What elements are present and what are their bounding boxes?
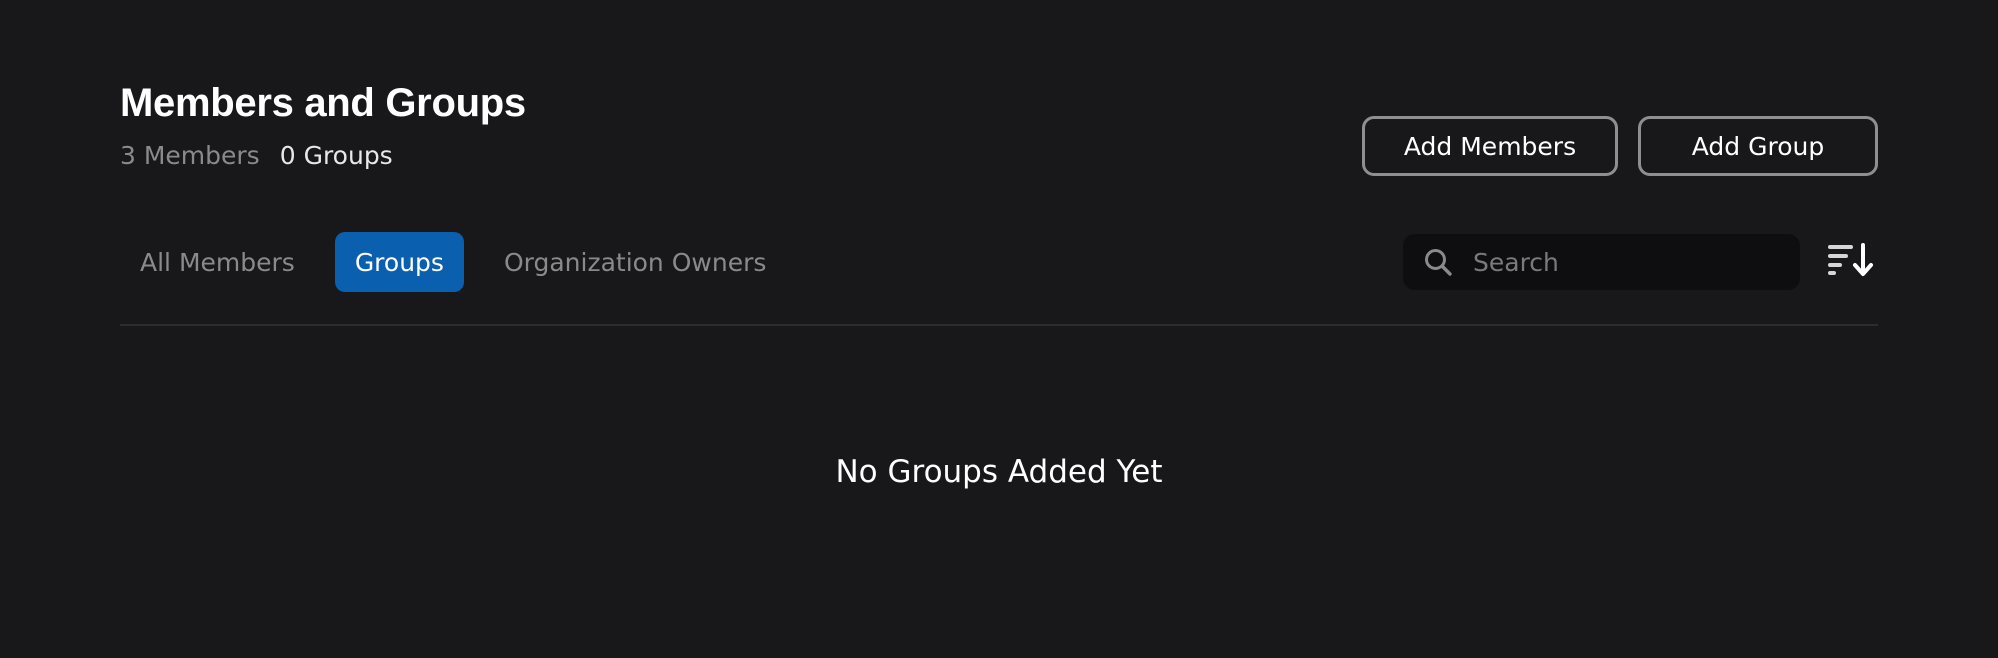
sort-descending-icon (1827, 242, 1875, 282)
tab-organization-owners[interactable]: Organization Owners (484, 232, 786, 292)
page-header: Members and Groups 3 Members 0 Groups (120, 78, 526, 172)
search-input[interactable] (1471, 241, 1800, 283)
members-and-groups-page: Members and Groups 3 Members 0 Groups Ad… (0, 0, 1998, 658)
page-title: Members and Groups (120, 81, 526, 125)
tab-all-members[interactable]: All Members (120, 232, 315, 292)
header-actions: Add Members Add Group (1362, 116, 1878, 176)
members-count: 3 Members (120, 141, 260, 170)
tab-bar: All Members Groups Organization Owners (120, 232, 786, 292)
empty-state-message: No Groups Added Yet (835, 454, 1163, 490)
search-box[interactable] (1403, 234, 1800, 290)
add-members-button[interactable]: Add Members (1362, 116, 1618, 176)
sort-button[interactable] (1826, 240, 1876, 284)
counts-row: 3 Members 0 Groups (120, 140, 526, 172)
groups-count: 0 Groups (279, 141, 393, 170)
add-group-button[interactable]: Add Group (1638, 116, 1878, 176)
divider (120, 324, 1878, 326)
search-icon (1423, 247, 1453, 277)
tab-groups[interactable]: Groups (334, 232, 464, 292)
